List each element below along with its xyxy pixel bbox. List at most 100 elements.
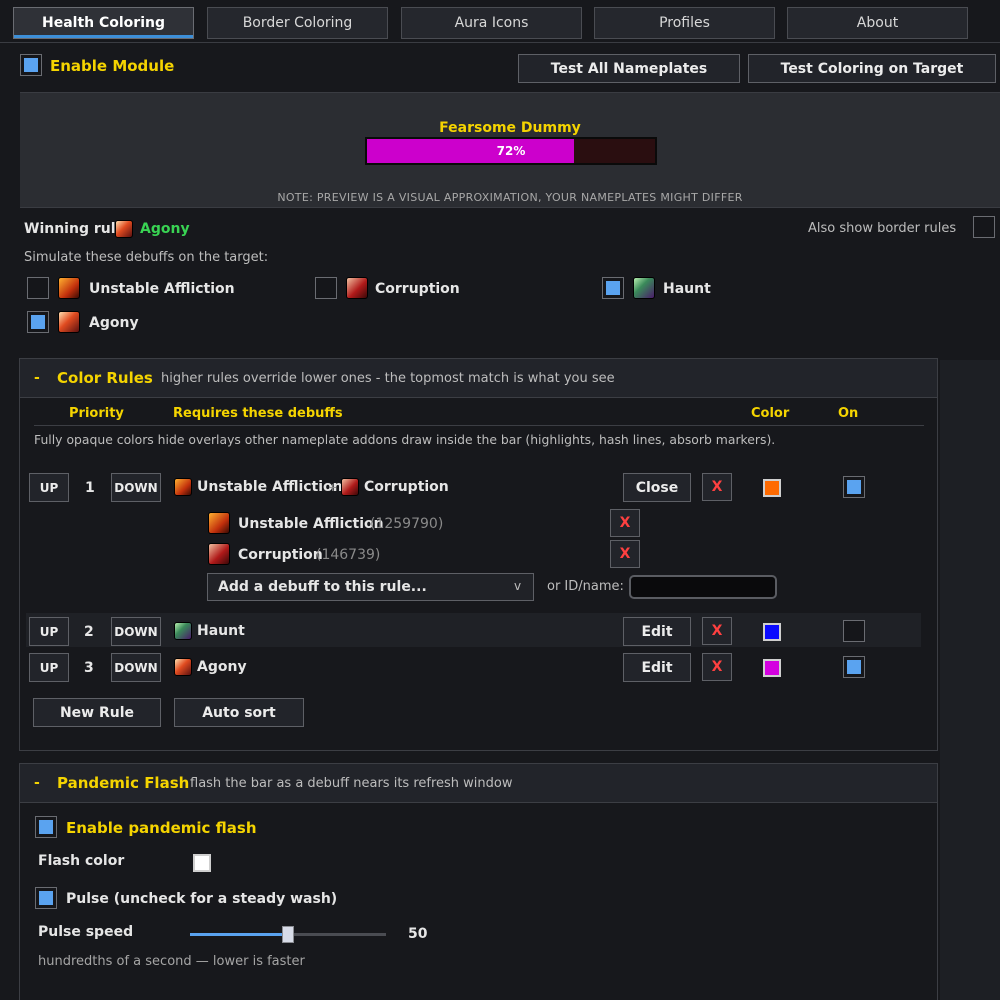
simulate-corruption-label: Corruption [375,281,460,297]
header-priority: Priority [69,406,124,421]
tab-profiles[interactable]: Profiles [594,7,775,39]
tab-border-coloring[interactable]: Border Coloring [207,7,388,39]
simulate-haunt-label: Haunt [663,281,711,297]
enable-module-label: Enable Module [50,57,175,75]
unstable-affliction-icon [208,512,230,534]
haunt-icon [633,277,655,299]
rule-1-debuff-1: Unstable Affliction [197,479,343,495]
pulse-speed-hint: hundredths of a second — lower is faster [38,954,305,969]
flash-color-label: Flash color [38,853,125,869]
rule-3-debuff-1: Agony [197,659,247,675]
enable-pandemic-label: Enable pandemic flash [66,819,257,837]
rule-1-up-button[interactable]: UP [29,473,69,502]
expanded-debuff-2-id: (146739) [316,547,381,563]
pulse-speed-label: Pulse speed [38,924,134,940]
pulse-speed-slider-track[interactable] [190,926,386,943]
simulate-unstable-affliction-checkbox[interactable] [27,277,49,299]
enable-pandemic-checkbox[interactable] [35,816,57,838]
test-coloring-on-target-button[interactable]: Test Coloring on Target [748,54,996,83]
tab-aura-icons[interactable]: Aura Icons [401,7,582,39]
tab-about[interactable]: About [787,7,968,39]
auto-sort-button[interactable]: Auto sort [174,698,304,727]
rule-2-debuff-1: Haunt [197,623,245,639]
preview-health-text: 72% [496,144,526,158]
pandemic-flash-header[interactable]: - Pandemic Flash flash the bar as a debu… [20,764,937,803]
pandemic-collapse-icon[interactable]: - [34,775,40,791]
rule-2-edit-button[interactable]: Edit [623,617,691,646]
expanded-debuff-2-name: Corruption [238,547,323,563]
color-rules-title: Color Rules [57,369,153,387]
new-rule-button[interactable]: New Rule [33,698,161,727]
background-panel [940,360,1000,1000]
header-color: Color [751,406,790,421]
debuff-id-input[interactable] [629,575,777,599]
chevron-down-icon: v [514,579,522,593]
rule-3-delete-button[interactable]: X [702,653,732,681]
or-id-name-label: or ID/name: [547,579,624,594]
enable-module-checkbox[interactable] [20,54,42,76]
pulse-speed-slider-thumb[interactable] [282,926,294,943]
rule-2-delete-button[interactable]: X [702,617,732,645]
simulate-label: Simulate these debuffs on the target: [24,250,269,265]
tab-health-coloring[interactable]: Health Coloring [13,7,194,39]
header-on: On [838,406,859,421]
pandemic-flash-panel: - Pandemic Flash flash the bar as a debu… [19,763,938,1000]
simulate-agony-label: Agony [89,315,139,331]
haunt-icon [174,622,192,640]
also-show-border-checkbox[interactable] [973,216,995,238]
simulate-haunt-checkbox[interactable] [602,277,624,299]
rule-3-on-checkbox[interactable] [843,656,865,678]
flash-color-swatch[interactable] [193,854,211,872]
corruption-icon [346,277,368,299]
tab-divider [0,42,1000,43]
test-all-nameplates-button[interactable]: Test All Nameplates [518,54,740,83]
pandemic-subtitle: flash the bar as a debuff nears its refr… [190,776,513,791]
rule-1-color-swatch[interactable] [763,479,781,497]
unstable-affliction-icon [58,277,80,299]
agony-icon [58,311,80,333]
simulate-unstable-affliction-label: Unstable Affliction [89,281,235,297]
rule-3-priority: 3 [84,660,94,676]
rule-3-down-button[interactable]: DOWN [111,653,161,682]
header-divider [34,425,924,426]
color-rules-note: Fully opaque colors hide overlays other … [34,432,776,447]
preview-note: NOTE: PREVIEW IS A VISUAL APPROXIMATION,… [277,191,743,204]
rule-2-color-swatch[interactable] [763,623,781,641]
unstable-affliction-icon [174,478,192,496]
color-rules-collapse-icon[interactable]: - [34,370,40,386]
color-rules-panel: - Color Rules higher rules override lowe… [19,358,938,751]
rule-1-on-checkbox[interactable] [843,476,865,498]
color-rules-header[interactable]: - Color Rules higher rules override lowe… [20,359,937,398]
rule-1-debuff-2: Corruption [364,479,449,495]
header-requires: Requires these debuffs [173,406,343,421]
expanded-debuff-1-id: (1259790) [370,516,444,532]
preview-area: Fearsome Dummy 72% NOTE: PREVIEW IS A VI… [20,92,1000,208]
also-show-border-label: Also show border rules [808,221,957,236]
rule-1-priority: 1 [85,480,95,496]
rule-1-delete-button[interactable]: X [702,473,732,501]
pulse-speed-slider-fill [190,933,288,936]
simulate-corruption-checkbox[interactable] [315,277,337,299]
rule-3-color-swatch[interactable] [763,659,781,677]
rule-1-plus: + [328,481,338,494]
add-debuff-dropdown[interactable]: Add a debuff to this rule... v [207,573,534,601]
agony-icon [174,658,192,676]
rule-2-priority: 2 [84,624,94,640]
pulse-checkbox[interactable] [35,887,57,909]
rule-2-up-button[interactable]: UP [29,617,69,646]
pandemic-title: Pandemic Flash [57,774,190,792]
expanded-debuff-1-remove-button[interactable]: X [610,509,640,537]
rule-1-down-button[interactable]: DOWN [111,473,161,502]
rule-2-down-button[interactable]: DOWN [111,617,161,646]
agony-icon [115,220,133,238]
rule-3-up-button[interactable]: UP [29,653,69,682]
rule-3-edit-button[interactable]: Edit [623,653,691,682]
expanded-debuff-1-name: Unstable Affliction [238,516,384,532]
pulse-speed-value: 50 [408,926,428,942]
rule-2-on-checkbox[interactable] [843,620,865,642]
winning-rule-value: Agony [140,221,190,237]
expanded-debuff-2-remove-button[interactable]: X [610,540,640,568]
simulate-agony-checkbox[interactable] [27,311,49,333]
preview-health-bar: 72% [365,137,657,165]
rule-1-close-button[interactable]: Close [623,473,691,502]
